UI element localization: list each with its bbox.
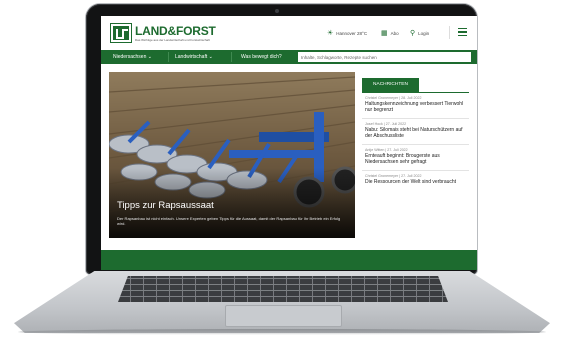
header-divider [449,26,450,39]
hero-image [109,72,355,238]
weather-widget[interactable]: ☀ Hannover 28°C [327,30,367,37]
news-meta: Antje Witten | 27. Juli 2022 [365,148,408,152]
site-tagline: Das Wichtige aus der Landwirtschaft und … [135,38,210,42]
laptop-keyboard [118,276,448,302]
news-meta: Christel Gronemeyer | 27. Juli 2022 [365,174,422,178]
hero-description: Der Rapsanbau ist nicht einfach. Unsere … [117,216,341,226]
news-meta: Josef Hock | 27. Juli 2022 [365,122,407,126]
laptop-screen: LAND&FORST Das Wichtige aus der Landwirt… [101,16,477,270]
laptop-trackpad [225,305,342,327]
hero-teaser[interactable]: Tipps zur Rapsaussaat Der Rapsanbau ist … [109,72,355,238]
news-divider [362,144,469,145]
nav-item-niedersachsen[interactable]: Niedersachsen ⌄ [113,50,152,64]
sun-icon: ☀ [327,30,334,37]
news-item[interactable]: Christel Gronemeyer | 28. Juli 2022 Halt… [365,96,471,113]
news-item[interactable]: Christel Gronemeyer | 27. Juli 2022 Die … [365,174,471,185]
calendar-icon: ▦ [381,30,388,37]
search-input[interactable] [298,52,471,62]
site-header: LAND&FORST Das Wichtige aus der Landwirt… [101,16,477,50]
laptop-shadow [18,329,546,335]
site-logo[interactable]: LAND&FORST [135,24,216,38]
login-label: Login [418,31,430,36]
news-title[interactable]: Die Ressourcen der Welt sind verbraucht [365,179,471,185]
news-meta: Christel Gronemeyer | 28. Juli 2022 [365,96,422,100]
hero-title[interactable]: Tipps zur Rapsaussaat [117,200,214,211]
nav-item-was-bewegt-dich[interactable]: Was bewegt dich? [241,50,282,64]
user-icon: ⚲ [410,30,416,37]
nav-divider [231,52,232,62]
nav-divider [168,52,169,62]
login-link[interactable]: ⚲ Login [410,30,429,37]
logo-icon[interactable] [110,23,132,43]
weather-label: Hannover 28°C [336,31,368,36]
main-nav: Niedersachsen ⌄ Landwirtschaft ⌄ Was bew… [101,50,477,64]
menu-icon[interactable] [458,28,467,36]
news-item[interactable]: Josef Hock | 27. Juli 2022 Nabu: Silomai… [365,122,471,139]
tab-underline [362,92,469,93]
nav-item-landwirtschaft[interactable]: Landwirtschaft ⌄ [175,50,213,64]
news-title[interactable]: Ernteauft beginnt: Brougerste aus Nieder… [365,153,471,165]
news-divider [362,170,469,171]
webcam [275,9,279,13]
footer-band [101,250,477,270]
abo-link[interactable]: ▦ Abo [381,30,399,37]
tab-nachrichten[interactable]: NACHRICHTEN [362,78,419,92]
news-title[interactable]: Haltungskennzeichnung verbessert Tierwoh… [365,101,471,113]
news-item[interactable]: Antje Witten | 27. Juli 2022 Ernteauft b… [365,148,471,165]
abo-label: Abo [390,31,399,36]
news-title[interactable]: Nabu: Silomais steht bei Naturschützern … [365,127,471,139]
news-divider [362,118,469,119]
